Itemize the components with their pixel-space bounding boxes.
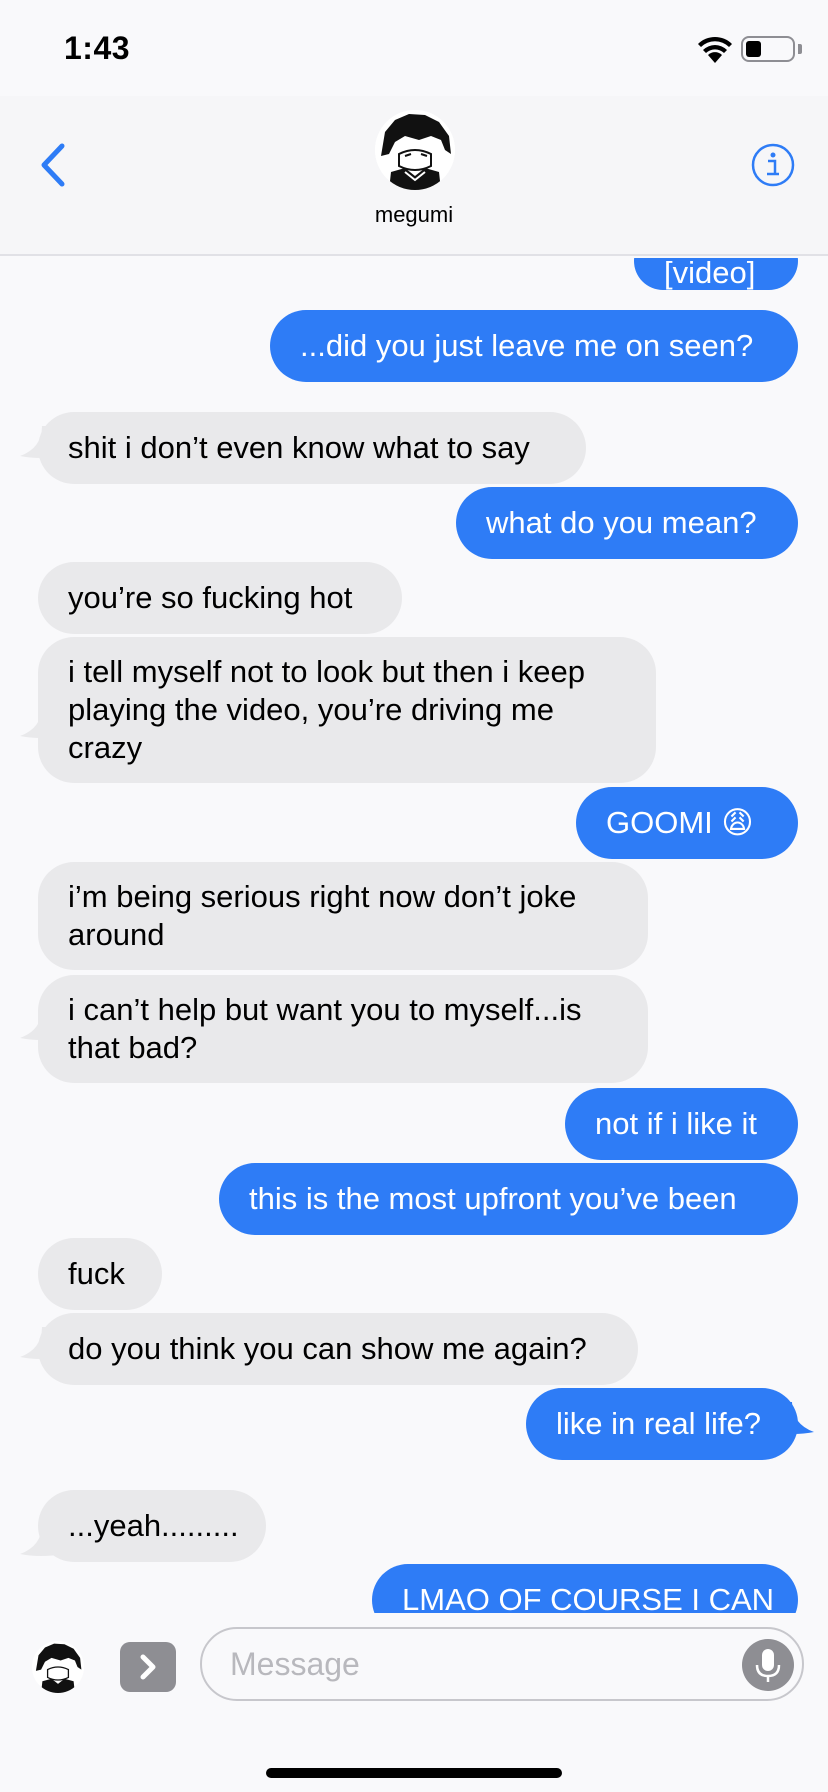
microphone-button[interactable] — [742, 1639, 794, 1691]
status-bar: 1:43 — [0, 0, 828, 96]
message-input[interactable] — [200, 1627, 804, 1701]
microphone-icon — [755, 1649, 781, 1682]
battery-level — [746, 41, 761, 57]
home-indicator[interactable] — [266, 1768, 562, 1778]
status-time: 1:43 — [64, 30, 131, 66]
apps-button[interactable] — [120, 1642, 176, 1692]
message-bubble-sent[interactable]: like in real life? — [526, 1388, 798, 1460]
messages-screen: 1:43 megumi [video] ...did you just leav… — [0, 0, 828, 1792]
message-bubble-sent[interactable]: LMAO OF COURSE I CAN — [372, 1564, 798, 1613]
message-bubble-received[interactable]: i tell myself not to look but then i kee… — [38, 637, 656, 783]
message-list: [video] ...did you just leave me on seen… — [0, 258, 828, 1613]
message-bubble-sent[interactable]: not if i like it — [565, 1088, 798, 1160]
input-bar — [0, 1613, 828, 1792]
message-bubble-sent[interactable]: what do you mean? — [456, 487, 798, 559]
contact-avatar[interactable] — [375, 110, 455, 190]
message-bubble-received[interactable]: shit i don’t even know what to say — [38, 412, 586, 484]
message-bubble-received[interactable]: fuck — [38, 1238, 162, 1310]
info-icon[interactable] — [750, 142, 796, 188]
chevron-left-icon[interactable] — [34, 140, 74, 190]
message-bubble-sent[interactable]: this is the most upfront you’ve been — [219, 1163, 798, 1235]
message-bubble-received[interactable]: i’m being serious right now don’t joke a… — [38, 862, 648, 970]
avatar-illustration — [375, 110, 455, 190]
message-bubble-sent[interactable]: GOOMI 😩 — [576, 787, 798, 859]
message-bubble-received[interactable]: ...yeah......... — [38, 1490, 266, 1562]
chevron-right-icon — [140, 1654, 156, 1680]
message-bubble-sent[interactable]: ...did you just leave me on seen? — [270, 310, 798, 382]
message-bubble-received[interactable]: you’re so fucking hot — [38, 562, 402, 634]
conversation-header: megumi — [0, 96, 828, 256]
wifi-icon — [698, 36, 732, 63]
message-bubble-received[interactable]: i can’t help but want you to myself...is… — [38, 975, 648, 1083]
sender-avatar[interactable] — [32, 1641, 84, 1693]
contact-name[interactable]: megumi — [0, 202, 828, 228]
message-bubble-received[interactable]: do you think you can show me again? — [38, 1313, 638, 1385]
battery-tip — [798, 44, 802, 54]
avatar-illustration — [32, 1641, 84, 1693]
battery-icon — [741, 36, 795, 62]
message-bubble-sent[interactable]: [video] — [634, 258, 798, 290]
